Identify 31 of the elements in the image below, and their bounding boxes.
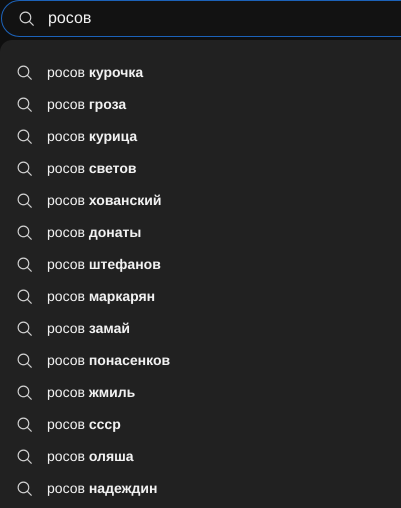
search-icon xyxy=(16,384,33,400)
suggestion-item[interactable]: росов светов xyxy=(0,152,401,184)
suggestion-item[interactable]: росов маркарян xyxy=(0,280,401,312)
search-icon xyxy=(16,192,33,208)
search-icon xyxy=(16,128,33,144)
suggestion-item[interactable]: росов оляша xyxy=(0,440,401,472)
search-icon xyxy=(16,288,33,304)
suggestion-item[interactable]: росов понасенков xyxy=(0,344,401,376)
search-icon xyxy=(16,96,33,112)
search-field[interactable]: росов xyxy=(1,0,401,37)
search-icon xyxy=(16,224,33,240)
suggestion-item[interactable]: росов гроза xyxy=(0,88,401,120)
suggestion-item[interactable]: росов замай xyxy=(0,312,401,344)
suggestion-item[interactable]: росов жмиль xyxy=(0,376,401,408)
suggestion-item[interactable]: росов курочка xyxy=(0,56,401,88)
search-icon xyxy=(16,416,33,432)
search-icon xyxy=(16,256,33,272)
search-icon xyxy=(16,320,33,336)
suggestion-item[interactable]: росов донаты xyxy=(0,216,401,248)
search-icon xyxy=(16,352,33,368)
suggestion-item[interactable]: росов курица xyxy=(0,120,401,152)
search-icon xyxy=(16,160,33,176)
search-icon xyxy=(16,448,33,464)
search-input[interactable]: росов xyxy=(48,6,401,30)
search-icon xyxy=(16,64,33,80)
search-icon xyxy=(16,480,33,496)
suggestion-item[interactable]: росов надеждин xyxy=(0,472,401,504)
suggestion-item[interactable]: росов хованский xyxy=(0,184,401,216)
suggestion-item[interactable]: росов штефанов xyxy=(0,248,401,280)
search-icon xyxy=(18,10,35,27)
suggestion-item[interactable]: росов ссср xyxy=(0,408,401,440)
